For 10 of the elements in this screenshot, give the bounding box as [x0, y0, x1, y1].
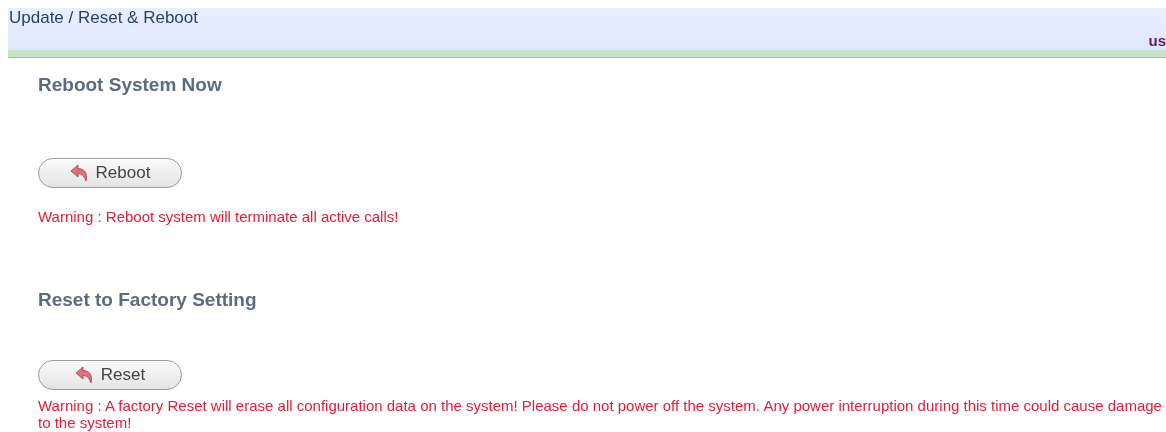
user-label: us	[1148, 32, 1166, 50]
section-heading: Reboot System Now	[38, 75, 223, 95]
page-title: Update / Reset & Reboot	[8, 8, 199, 28]
back-arrow-icon	[74, 366, 95, 384]
action-button[interactable]: Reboot	[38, 158, 182, 188]
warning-text: Warning : A factory Reset will erase all configuration data on the system! Please do not power off the system. Any power interruption during this time could cause damage to the system!	[38, 397, 1163, 431]
warning-text: Warning : Reboot system will terminate all active calls!	[38, 208, 400, 226]
section-heading: Reset to Factory Setting	[38, 290, 258, 310]
back-arrow-icon	[69, 164, 90, 182]
action-button[interactable]: Reset	[38, 360, 182, 390]
